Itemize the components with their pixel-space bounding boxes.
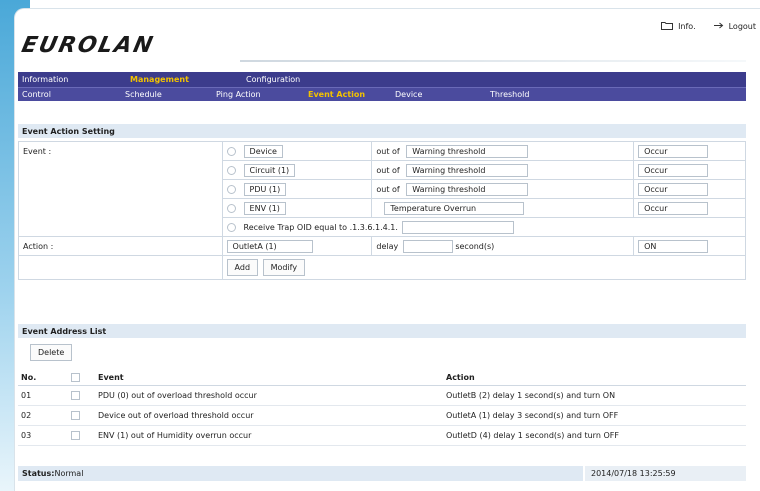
col-no: No. <box>18 370 68 386</box>
out-of-label: out of <box>376 165 400 175</box>
event-radio-env[interactable] <box>226 203 236 213</box>
action-state-select[interactable]: ON <box>638 239 709 253</box>
row-no: 01 <box>18 385 68 406</box>
event-condition-pdu[interactable]: Warning threshold <box>406 182 529 196</box>
table-row: 02 Device out of overload threshold occu… <box>18 405 746 426</box>
row-no: 02 <box>18 405 68 426</box>
event-state-device[interactable]: Occur <box>638 144 709 158</box>
event-address-list-header: Event Address List <box>18 324 746 338</box>
delay-label: delay <box>376 241 399 251</box>
submenu-ping-action[interactable]: Ping Action <box>216 90 261 99</box>
event-source-pdu[interactable]: PDU (1) <box>243 182 287 196</box>
action-row: Action : OutletA (1) delay second(s) ON <box>18 236 746 256</box>
logo-divider <box>240 60 746 62</box>
info-label: Info. <box>678 21 696 31</box>
table-row: 03 ENV (1) out of Humidity overrun occur… <box>18 425 746 446</box>
row-checkbox[interactable] <box>71 430 80 440</box>
row-action: OutletA (1) delay 3 second(s) and turn O… <box>443 405 746 426</box>
event-row-device: Event : Device out of Warning threshold … <box>18 141 746 237</box>
event-radio-device[interactable] <box>226 146 236 156</box>
event-state-env[interactable]: Occur <box>638 201 709 215</box>
row-action: OutletD (4) delay 1 second(s) and turn O… <box>443 425 746 446</box>
trap-oid-input[interactable] <box>402 220 515 234</box>
event-source-env[interactable]: ENV (1) <box>243 201 286 215</box>
menu-information[interactable]: Information <box>22 75 68 84</box>
eurolan-logo: EUROLAN <box>19 33 157 58</box>
event-source-circuit[interactable]: Circuit (1) <box>243 163 296 177</box>
status-value: Normal <box>54 469 84 478</box>
primary-menu: Information Management Configuration <box>18 72 746 87</box>
col-action: Action <box>443 370 746 386</box>
menu-configuration[interactable]: Configuration <box>246 75 300 84</box>
modify-button[interactable]: Modify <box>262 259 306 276</box>
top-links: Info. Logout <box>661 19 760 33</box>
row-checkbox[interactable] <box>71 410 80 420</box>
event-action-setting-table: Event : Device out of Warning threshold … <box>18 141 747 280</box>
info-link[interactable]: Info. <box>661 21 696 32</box>
logout-label: Logout <box>728 21 756 31</box>
event-label: Event : <box>18 141 223 237</box>
row-event: ENV (1) out of Humidity overrun occur <box>95 425 443 446</box>
folder-icon <box>661 21 674 32</box>
status-bar: Status:Normal 2014/07/18 13:25:59 <box>18 466 746 481</box>
secondary-menu: Control Schedule Ping Action Event Actio… <box>18 87 746 101</box>
menu-management[interactable]: Management <box>130 75 189 84</box>
event-state-circuit[interactable]: Occur <box>638 163 709 177</box>
row-event: PDU (0) out of overload threshold occur <box>95 385 443 406</box>
submenu-threshold[interactable]: Threshold <box>490 90 529 99</box>
row-no: 03 <box>18 425 68 446</box>
event-radio-trap[interactable] <box>226 222 236 232</box>
row-action: OutletB (2) delay 1 second(s) and turn O… <box>443 385 746 406</box>
delete-button[interactable]: Delete <box>30 344 73 361</box>
event-radio-circuit[interactable] <box>226 165 236 175</box>
event-condition-circuit[interactable]: Warning threshold <box>406 163 529 177</box>
table-row: 01 PDU (0) out of overload threshold occ… <box>18 385 746 406</box>
status-timestamp: 2014/07/18 13:25:59 <box>583 466 746 481</box>
add-button[interactable]: Add <box>226 259 259 276</box>
logout-link[interactable]: Logout <box>713 21 756 31</box>
event-source-device[interactable]: Device <box>243 144 283 158</box>
submenu-control[interactable]: Control <box>22 90 51 99</box>
table-header-row: No. Event Action <box>18 370 746 386</box>
arrow-right-icon <box>713 22 724 31</box>
event-state-pdu[interactable]: Occur <box>638 182 709 196</box>
col-event: Event <box>95 370 443 386</box>
trap-label: Receive Trap OID equal to <box>243 222 348 232</box>
seconds-label: second(s) <box>455 241 495 251</box>
action-label: Action : <box>18 236 223 256</box>
delay-input[interactable] <box>402 239 453 253</box>
buttons-row: Add Modify <box>18 255 747 280</box>
event-condition-env[interactable]: Temperature Overrun <box>384 201 525 215</box>
action-outlet-select[interactable]: OutletA (1) <box>226 239 313 253</box>
trap-prefix: .1.3.6.1.4.1. <box>349 222 398 232</box>
row-event: Device out of overload threshold occur <box>95 405 443 426</box>
event-radio-pdu[interactable] <box>226 184 236 194</box>
out-of-label: out of <box>376 184 400 194</box>
out-of-label: out of <box>376 146 400 156</box>
submenu-schedule[interactable]: Schedule <box>125 90 162 99</box>
select-all-checkbox[interactable] <box>71 372 80 382</box>
event-condition-device[interactable]: Warning threshold <box>406 144 529 158</box>
event-address-table: No. Event Action 01 PDU (0) out of overl… <box>18 370 746 446</box>
submenu-device[interactable]: Device <box>395 90 422 99</box>
submenu-event-action[interactable]: Event Action <box>308 90 365 99</box>
event-action-setting-header: Event Action Setting <box>18 124 746 138</box>
status-label: Status: <box>22 469 55 478</box>
row-checkbox[interactable] <box>71 390 80 400</box>
